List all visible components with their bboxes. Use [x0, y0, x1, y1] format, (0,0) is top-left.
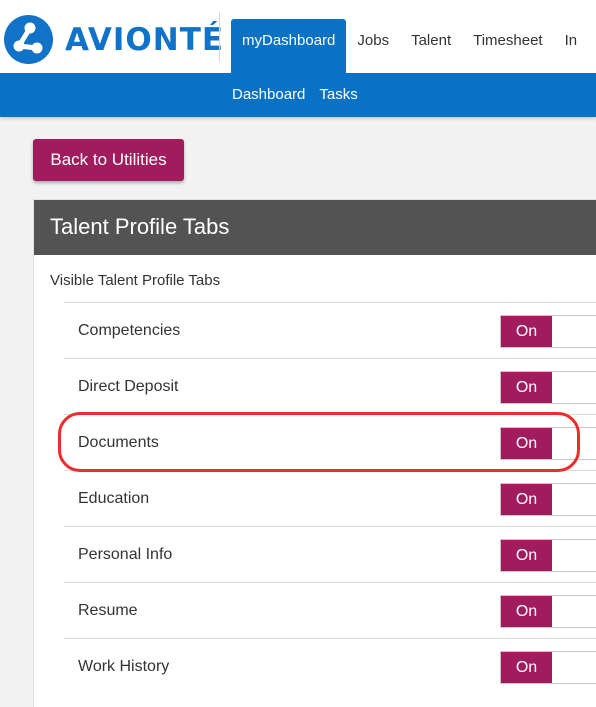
toggle-off-area — [552, 372, 596, 403]
tab-row-competencies: Competencies On — [64, 302, 596, 358]
toggle-on-label: On — [501, 372, 552, 403]
tab-row-label: Competencies — [78, 322, 181, 339]
toggle-off-area — [552, 316, 596, 347]
visibility-toggle[interactable]: On — [500, 595, 596, 628]
tab-row-personal-info: Personal Info On — [64, 526, 596, 582]
avionte-logo-icon — [4, 15, 53, 64]
sub-navigation-bar: Dashboard Tasks — [0, 73, 596, 117]
tab-row-label: Work History — [78, 658, 170, 675]
toggle-off-area — [552, 484, 596, 515]
nav-tab-talent[interactable]: Talent — [400, 19, 462, 73]
visibility-toggle[interactable]: On — [500, 539, 596, 572]
nav-tab-truncated[interactable]: In — [554, 19, 589, 73]
toggle-off-area — [552, 428, 596, 459]
visibility-toggle[interactable]: On — [500, 315, 596, 348]
toggle-on-label: On — [501, 596, 552, 627]
nav-tab-jobs[interactable]: Jobs — [346, 19, 400, 73]
toggle-off-area — [552, 652, 596, 683]
nav-tab-timesheet[interactable]: Timesheet — [462, 19, 553, 73]
talent-profile-tabs-panel: Talent Profile Tabs Visible Talent Profi… — [33, 199, 596, 707]
tab-row-work-history: Work History On — [64, 638, 596, 694]
visibility-toggle[interactable]: On — [500, 427, 596, 460]
top-navigation-bar: AVIONTÉ myDashboard Jobs Talent Timeshee… — [0, 0, 596, 73]
avionte-logo[interactable]: AVIONTÉ — [4, 15, 224, 64]
main-nav-tabs: myDashboard Jobs Talent Timesheet In — [231, 19, 588, 73]
panel-title: Talent Profile Tabs — [50, 214, 230, 239]
tab-row-direct-deposit: Direct Deposit On — [64, 358, 596, 414]
visibility-toggle[interactable]: On — [500, 483, 596, 516]
tab-row-label: Education — [78, 490, 150, 507]
divider — [219, 12, 220, 62]
tab-row-label: Resume — [78, 602, 138, 619]
back-to-utilities-button[interactable]: Back to Utilities — [33, 139, 184, 181]
nav-tab-mydashboard[interactable]: myDashboard — [231, 19, 347, 73]
toggle-on-label: On — [501, 316, 552, 347]
tab-row-documents: Documents On — [64, 414, 596, 470]
tab-row-resume: Resume On — [64, 582, 596, 638]
tab-row-label: Direct Deposit — [78, 378, 179, 395]
panel-header: Talent Profile Tabs — [34, 200, 596, 255]
visibility-toggle[interactable]: On — [500, 371, 596, 404]
toggle-on-label: On — [501, 540, 552, 571]
toggle-off-area — [552, 540, 596, 571]
toggle-on-label: On — [501, 428, 552, 459]
toggle-on-label: On — [501, 484, 552, 515]
tab-visibility-list: Competencies On Direct Deposit On Docume… — [64, 302, 596, 694]
tab-row-education: Education On — [64, 470, 596, 526]
brand-name: AVIONTÉ — [65, 21, 225, 58]
toggle-on-label: On — [501, 652, 552, 683]
visibility-toggle[interactable]: On — [500, 651, 596, 684]
toggle-off-area — [552, 596, 596, 627]
subnav-dashboard[interactable]: Dashboard — [232, 73, 305, 117]
tab-row-label: Documents — [78, 434, 159, 451]
subnav-tasks[interactable]: Tasks — [319, 73, 357, 117]
section-label: Visible Talent Profile Tabs — [50, 272, 221, 289]
tab-row-label: Personal Info — [78, 546, 173, 563]
